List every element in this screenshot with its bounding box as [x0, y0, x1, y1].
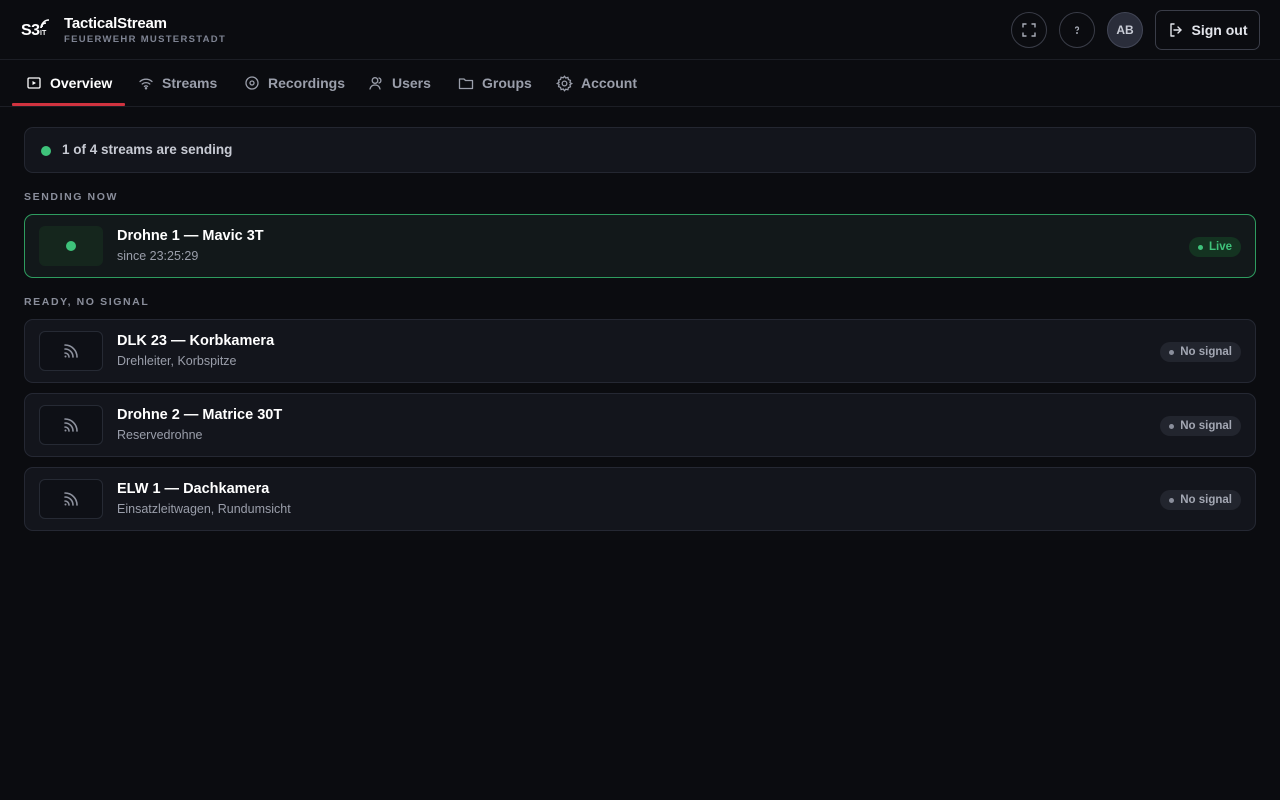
play-square-icon: [27, 77, 41, 89]
status-badge: No signal: [1160, 342, 1241, 362]
tab-overview[interactable]: Overview: [26, 60, 112, 106]
stream-description: since 23:25:29: [117, 249, 199, 263]
signal-icon: [40, 19, 50, 29]
stream-thumbnail: [39, 405, 103, 445]
stream-card[interactable]: Drohne 2 — Matrice 30T Reservedrohne No …: [24, 393, 1256, 457]
stream-status-summary: 1 of 4 streams are sending: [24, 127, 1256, 173]
stream-card[interactable]: Drohne 1 — Mavic 3T since 23:25:29 Live: [24, 214, 1256, 278]
signal-icon: [64, 344, 78, 358]
tab-groups[interactable]: Groups: [458, 60, 532, 106]
section-ready-no-signal: READY, NO SIGNAL: [24, 296, 150, 308]
status-dot: [41, 146, 51, 156]
section-sending-now: SENDING NOW: [24, 191, 119, 203]
help-button[interactable]: [1059, 12, 1095, 48]
stream-thumbnail: [39, 226, 103, 266]
tab-streams[interactable]: Streams: [138, 60, 217, 106]
stream-description: Drehleiter, Korbspitze: [117, 354, 237, 368]
tab-label: Account: [581, 75, 637, 91]
record-icon: [245, 76, 259, 90]
badge-dot: [1169, 497, 1175, 503]
badge-label: No signal: [1180, 346, 1232, 358]
status-badge: Live: [1188, 237, 1241, 257]
badge-dot: [1197, 244, 1203, 250]
stream-name: ELW 1 — Dachkamera: [117, 481, 270, 497]
tab-label: Streams: [162, 75, 218, 91]
folder-icon: [458, 78, 474, 90]
fullscreen-icon: [1022, 23, 1036, 37]
badge-dot: [1169, 423, 1175, 429]
stream-card[interactable]: ELW 1 — Dachkamera Einsatzleitwagen, Run…: [24, 467, 1256, 531]
fullscreen-button[interactable]: [1011, 12, 1047, 48]
stream-thumbnail: [39, 331, 103, 371]
sign-out-label: Sign out: [1191, 22, 1248, 38]
stream-name: DLK 23 — Korbkamera: [117, 333, 275, 349]
organization-name: FEUERWEHR MUSTERSTADT: [64, 34, 227, 45]
signal-icon: [64, 492, 78, 506]
sign-out-icon: [1169, 23, 1182, 37]
tab-label: Overview: [50, 75, 113, 91]
badge-label: No signal: [1180, 420, 1232, 432]
help-icon: [1074, 26, 1080, 34]
tab-account[interactable]: Account: [556, 60, 637, 106]
live-dot: [66, 241, 76, 251]
wifi-icon: [139, 78, 153, 90]
app-header: S3 IT TacticalStream FEUERWEHR MUSTERSTA…: [0, 0, 1280, 60]
status-badge: No signal: [1160, 416, 1241, 436]
signal-icon: [64, 418, 78, 432]
tab-label: Users: [392, 75, 431, 91]
badge-label: No signal: [1180, 494, 1232, 506]
stream-name: Drohne 2 — Matrice 30T: [117, 407, 283, 423]
badge-label: Live: [1208, 241, 1232, 253]
stream-name: Drohne 1 — Mavic 3T: [117, 228, 264, 244]
stream-description: Reservedrohne: [117, 428, 203, 442]
stream-description: Einsatzleitwagen, Rundumsicht: [117, 502, 291, 516]
tab-recordings[interactable]: Recordings: [244, 60, 345, 106]
active-tab-indicator: [12, 103, 125, 106]
tab-label: Groups: [482, 75, 532, 91]
tab-users[interactable]: Users: [368, 60, 431, 106]
sign-out-button[interactable]: Sign out: [1155, 10, 1260, 50]
logo-sub-text: IT: [40, 30, 47, 37]
user-icon: [369, 77, 382, 90]
status-summary-text: 1 of 4 streams are sending: [62, 142, 233, 157]
gear-icon: [556, 74, 573, 92]
app-title: TacticalStream: [64, 15, 167, 32]
badge-dot: [1169, 349, 1175, 355]
stream-card[interactable]: DLK 23 — Korbkamera Drehleiter, Korbspit…: [24, 319, 1256, 383]
brand-logo: S3 IT: [21, 19, 51, 41]
user-avatar[interactable]: AB: [1107, 12, 1143, 48]
logo-text: S3: [21, 22, 40, 39]
stream-thumbnail: [39, 479, 103, 519]
main-navigation: Overview Streams Recordings Users Groups: [0, 60, 1280, 107]
tab-label: Recordings: [268, 75, 346, 91]
status-badge: No signal: [1160, 490, 1241, 510]
